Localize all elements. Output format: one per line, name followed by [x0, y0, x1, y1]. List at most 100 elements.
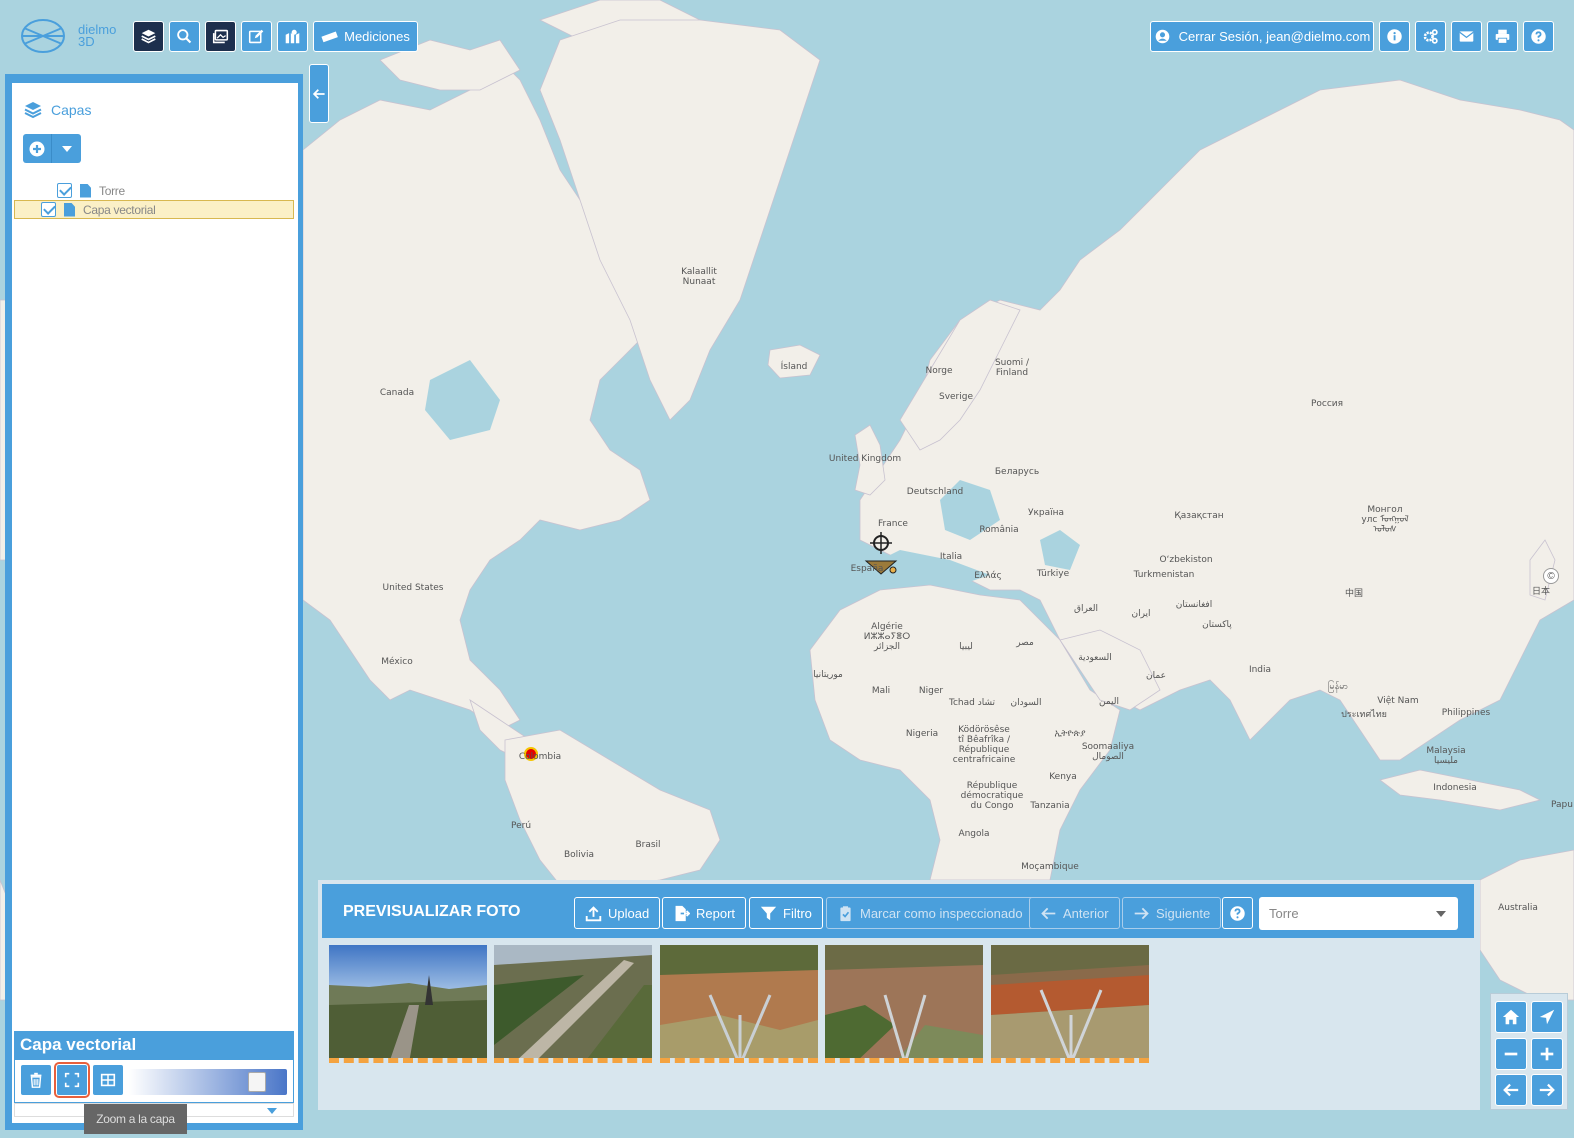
map-marker-button[interactable] [277, 21, 308, 52]
add-layer-button[interactable] [23, 134, 52, 163]
label-peru: Perú [510, 821, 532, 831]
layers-title: Capas [51, 102, 92, 118]
label-china: 中国 [1344, 589, 1364, 599]
mark-inspected-button[interactable]: Marcar como inspeccionado [826, 897, 1034, 929]
photos-button[interactable] [205, 21, 236, 52]
layer-item-torre[interactable]: Torre [26, 181, 125, 200]
trash-icon [30, 1072, 42, 1088]
label-russia: Россия [1310, 399, 1344, 409]
label-ukraine: Україна [1027, 508, 1065, 518]
label-tanzania: Tanzania [1030, 801, 1070, 811]
expand-icon [64, 1072, 80, 1088]
layer-item-capa-vectorial[interactable]: Capa vectorial [14, 200, 294, 219]
print-button[interactable] [1487, 21, 1518, 52]
search-button[interactable] [169, 21, 200, 52]
layers-header: Capas [23, 100, 91, 120]
label-deutschland: Deutschland [906, 487, 964, 497]
filter-button[interactable]: Filtro [749, 897, 823, 929]
file-icon [64, 202, 75, 217]
photo-thumbnail[interactable] [825, 945, 983, 1063]
zoom-in-button[interactable] [1531, 1038, 1563, 1070]
label-iceland: Ísland [780, 362, 808, 372]
layer-checkbox[interactable] [41, 202, 56, 217]
collapse-sidebar-button[interactable] [309, 64, 329, 123]
app-logo: dielmo 3D [20, 18, 116, 54]
delete-layer-button[interactable] [20, 1064, 52, 1096]
home-button[interactable] [1495, 1001, 1527, 1033]
layers-icon [141, 29, 156, 44]
label-bolivia: Bolivia [563, 850, 595, 860]
label-italia: Italia [939, 552, 963, 562]
filter-label: Filtro [783, 905, 812, 921]
previous-label: Anterior [1063, 905, 1109, 921]
photo-thumbnail[interactable] [329, 945, 487, 1063]
opacity-slider-handle[interactable] [248, 1072, 266, 1092]
label-canada: Canada [379, 388, 415, 398]
report-label: Report [696, 905, 736, 921]
label-car: Ködörösêse tî Bêafrîka / République cent… [952, 725, 1016, 765]
label-oman: عمان [1146, 671, 1166, 681]
label-colombia: Colombia [518, 752, 562, 762]
help-button[interactable] [1523, 21, 1554, 52]
edit-button[interactable] [241, 21, 272, 52]
layer-checkbox[interactable] [57, 183, 72, 198]
photo-preview-title: PREVISUALIZAR FOTO [343, 903, 521, 920]
label-finland: Suomi / Finland [994, 358, 1030, 378]
report-button[interactable]: Report [662, 897, 747, 929]
mail-button[interactable] [1451, 21, 1482, 52]
home-icon [1502, 1009, 1520, 1025]
zoom-to-layer-button[interactable] [56, 1064, 88, 1096]
label-egypt: مصر [1016, 638, 1034, 648]
attribute-table-button[interactable] [92, 1064, 124, 1096]
info-button[interactable] [1379, 21, 1410, 52]
minus-icon [1504, 1052, 1518, 1056]
previous-view-button[interactable] [1495, 1074, 1527, 1106]
label-afghanistan: افغانستان [1175, 600, 1213, 610]
label-australia: Australia [1498, 903, 1538, 913]
next-button[interactable]: Siguiente [1122, 897, 1222, 929]
label-algeria: Algérie ⵍⵣⵣⴰⵢⴻⵔ الجزائر [863, 622, 911, 652]
filter-icon [760, 906, 777, 920]
arrow-left-icon [1503, 1083, 1519, 1097]
label-sudan: السودان [1010, 698, 1042, 708]
label-malaysia: Malaysia مليسيا [1426, 746, 1466, 766]
label-mauritania: موريتانيا [813, 670, 843, 680]
layers-sidebar: Capas Torre Capa vectorial Capa vectoria… [5, 74, 303, 1130]
photo-thumbnail[interactable] [494, 945, 652, 1063]
map-navigation-panel [1490, 993, 1568, 1110]
add-layer-group [23, 134, 81, 163]
help-button[interactable] [1222, 897, 1253, 929]
label-angola: Angola [958, 829, 990, 839]
label-brasil: Brasil [635, 840, 661, 850]
mediciones-button[interactable]: Mediciones [313, 21, 418, 52]
user-circle-icon [1155, 29, 1169, 44]
photo-image [329, 945, 487, 1058]
previous-button[interactable]: Anterior [1029, 897, 1120, 929]
photo-thumbnail[interactable] [991, 945, 1149, 1063]
file-icon [80, 183, 91, 198]
label-ethiopia: ኢትዮጵያ [1054, 729, 1086, 739]
label-greenland: Kalaallit Nunaat [681, 267, 717, 287]
label-yemen: اليمن [1098, 697, 1120, 707]
upload-button[interactable]: Upload [574, 897, 661, 929]
label-france: France [878, 519, 908, 529]
next-view-button[interactable] [1531, 1074, 1563, 1106]
edit-icon [248, 29, 264, 44]
attribution-button[interactable]: © [1543, 568, 1559, 584]
label-sverige: Sverige [938, 392, 974, 402]
layer-select[interactable]: Torre [1259, 897, 1458, 930]
question-icon [1531, 29, 1546, 44]
add-layer-dropdown[interactable] [52, 134, 81, 163]
label-mocambique: Moçambique [1021, 862, 1079, 872]
photo-thumbnail[interactable] [660, 945, 818, 1063]
settings-button[interactable] [1415, 21, 1446, 52]
locate-button[interactable] [1531, 1001, 1563, 1033]
layers-button[interactable] [133, 21, 164, 52]
label-tchad: Tchad تشاد [948, 698, 996, 708]
logout-button[interactable]: Cerrar Sesión, jean@dielmo.com [1150, 21, 1374, 52]
label-niger: Niger [918, 686, 944, 696]
label-belarus: Беларусь [994, 467, 1040, 477]
label-iran: ایران [1131, 609, 1151, 619]
zoom-out-button[interactable] [1495, 1038, 1527, 1070]
opacity-slider[interactable] [129, 1069, 287, 1095]
